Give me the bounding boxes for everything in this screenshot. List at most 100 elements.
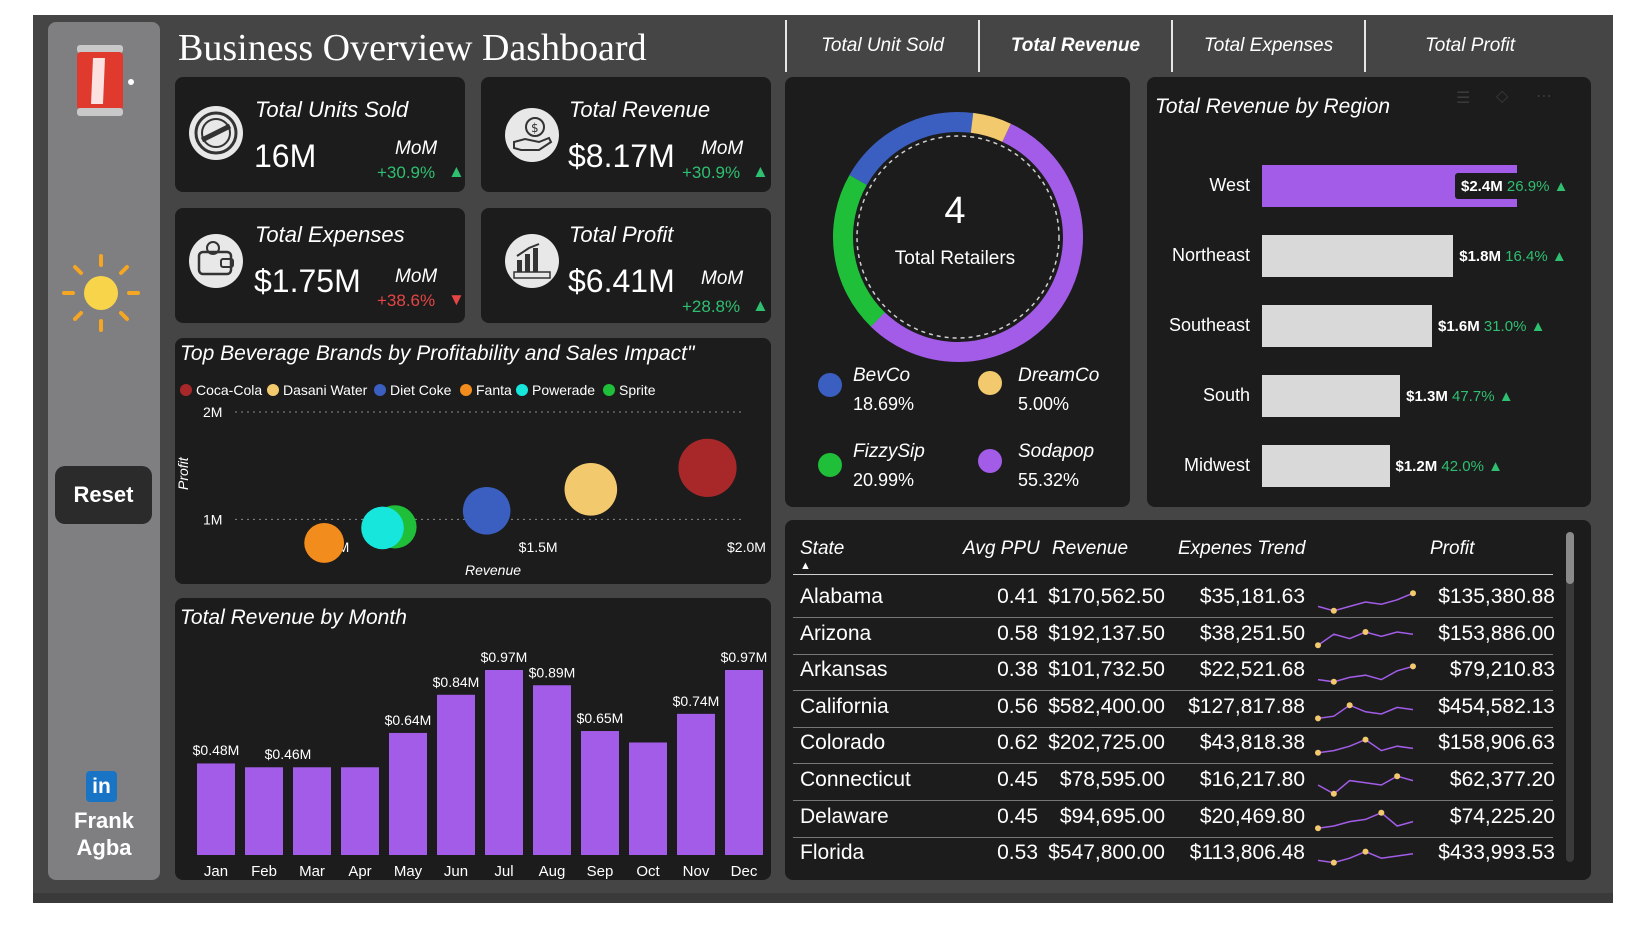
legend-label: Sprite — [619, 382, 656, 398]
kpi-expenses-mom-label: MoM — [395, 266, 438, 287]
region-label-northeast: Northeast — [1171, 245, 1250, 265]
legend-item-dasani-water[interactable]: Dasani Water — [267, 382, 367, 398]
monthly-chart-title: Total Revenue by Month — [180, 606, 407, 629]
row-divider — [793, 800, 1553, 801]
row-divider — [793, 763, 1553, 765]
page-title: Business Overview Dashboard — [178, 27, 647, 69]
reset-button[interactable]: Reset — [55, 466, 152, 524]
legend-dot-bevco — [818, 373, 842, 397]
cell-state: Delaware — [800, 804, 889, 828]
legend-item-diet-coke[interactable]: Diet Coke — [374, 382, 451, 398]
legend-fizzysip-share: 20.99% — [853, 470, 915, 490]
cell-revenue: $582,400.00 — [1048, 694, 1165, 718]
kpi-profit-change: +28.8% — [682, 297, 741, 316]
legend-label: Coca-Cola — [196, 382, 263, 398]
sort-ascending-icon[interactable]: ▲ — [800, 560, 811, 572]
cell-revenue: $202,725.00 — [1048, 731, 1165, 755]
up-arrow-icon: ▲ — [752, 162, 769, 181]
legend-label: Powerade — [532, 382, 596, 398]
cell-avg-ppu: 0.45 — [997, 804, 1038, 828]
author-last-name: Agba — [76, 835, 132, 860]
region-label-southeast: Southeast — [1168, 315, 1250, 335]
legend-dreamco-share: 5.00% — [1018, 394, 1070, 414]
tab-total-unit-sold[interactable]: Total Unit Sold — [785, 20, 978, 72]
cell-state: Connecticut — [800, 768, 911, 791]
tab-total-revenue[interactable]: Total Revenue — [978, 20, 1171, 72]
region-bar-southeast[interactable] — [1262, 305, 1432, 347]
legend-dot-sodapop — [978, 449, 1002, 473]
cell-profit: $153,886.00 — [1438, 621, 1555, 645]
kpi-revenue-change: +30.9% — [682, 163, 741, 182]
cell-expenses: $38,251.50 — [1199, 621, 1305, 645]
tab-bar: Total Unit Sold Total Revenue Total Expe… — [785, 20, 1585, 72]
legend-item-fanta[interactable]: Fanta — [460, 382, 512, 398]
linkedin-icon[interactable]: in — [86, 771, 117, 802]
up-arrow-icon: ▲ — [1547, 247, 1567, 265]
legend-item-powerade[interactable]: Powerade — [516, 382, 595, 398]
cell-revenue: $78,595.00 — [1059, 768, 1165, 791]
sun-icon[interactable] — [60, 252, 142, 334]
row-divider — [793, 653, 1553, 655]
table-scrollbar-thumb[interactable] — [1566, 532, 1574, 584]
wallet-icon — [189, 234, 243, 288]
cell-state: Colorado — [800, 731, 886, 755]
region-bar-midwest[interactable] — [1262, 445, 1390, 487]
kpi-revenue-value: $8.17M — [568, 138, 675, 174]
legend-item-sprite[interactable]: Sprite — [603, 382, 656, 398]
tab-label: Total Revenue — [1010, 35, 1141, 56]
col-header-state[interactable]: State — [800, 538, 844, 560]
region-chart-title: Total Revenue by Region — [1155, 95, 1391, 118]
region-bar-northeast[interactable] — [1262, 235, 1454, 277]
legend-label: Diet Coke — [390, 382, 452, 398]
tab-label: Total Profit — [1424, 35, 1516, 56]
more-options-icon[interactable]: ⋯ — [1536, 86, 1552, 106]
up-arrow-icon: ▲ — [1483, 457, 1503, 475]
region-value-tag: $1.6M 31.0% ▲ — [1432, 313, 1552, 339]
cell-expenses: $127,817.88 — [1188, 694, 1305, 718]
profit-chart-icon — [505, 234, 559, 288]
cell-expenses: $35,181.63 — [1199, 585, 1305, 608]
kpi-expenses-change: +38.6% — [377, 291, 436, 310]
legend-dreamco-name: DreamCo — [1018, 365, 1100, 386]
region-value-tag: $1.3M 47.7% ▲ — [1400, 383, 1520, 409]
legend-item-coca-cola[interactable]: Coca-Cola — [180, 382, 262, 398]
legend-dot-fizzysip — [818, 453, 842, 477]
kpi-revenue-title: Total Revenue — [569, 97, 711, 122]
region-label-west: West — [1209, 175, 1250, 195]
tab-label: Total Expenses — [1203, 35, 1334, 56]
cell-expenses: $113,806.48 — [1189, 841, 1305, 865]
legend-dot — [516, 384, 528, 396]
kpi-units-change: +30.9% — [377, 163, 436, 182]
filter-icon[interactable]: ☰ — [1456, 88, 1470, 108]
tab-label: Total Unit Sold — [821, 35, 944, 56]
cell-revenue: $170,562.50 — [1048, 585, 1165, 608]
row-divider — [793, 690, 1553, 692]
up-arrow-icon: ▲ — [1549, 177, 1569, 195]
svg-text:$: $ — [531, 121, 539, 135]
cell-state: Florida — [800, 841, 865, 865]
cell-state: Arkansas — [800, 658, 888, 682]
cell-revenue: $192,137.50 — [1048, 621, 1165, 645]
eraser-icon[interactable]: ◇ — [1496, 86, 1508, 106]
col-header-revenue[interactable]: Revenue — [1052, 538, 1128, 560]
cell-avg-ppu: 0.53 — [997, 841, 1038, 865]
region-pct: 26.9% — [1502, 177, 1550, 195]
region-value: $2.4M — [1461, 177, 1503, 195]
region-bar-south[interactable] — [1262, 375, 1401, 417]
region-pct: 42.0% — [1437, 457, 1484, 475]
col-header-expenses-trend[interactable]: Expenes Trend — [1178, 538, 1305, 560]
region-label-south: South — [1202, 385, 1250, 405]
tab-total-expenses[interactable]: Total Expenses — [1171, 20, 1364, 72]
cell-state: Arizona — [800, 621, 872, 645]
region-pct: 47.7% — [1447, 387, 1495, 405]
col-header-avg-ppu[interactable]: Avg PPU — [963, 538, 1040, 560]
legend-bevco-name: BevCo — [853, 365, 911, 386]
bottom-strip — [33, 893, 1613, 903]
legend-dot — [180, 384, 192, 396]
region-value-tag: $2.4M 26.9% ▲ — [1455, 173, 1575, 199]
up-arrow-icon: ▲ — [448, 162, 465, 181]
up-arrow-icon: ▲ — [1526, 317, 1546, 335]
col-header-profit[interactable]: Profit — [1430, 538, 1474, 560]
tab-total-profit[interactable]: Total Profit — [1364, 20, 1574, 72]
legend-sodapop-name: Sodapop — [1018, 441, 1095, 462]
